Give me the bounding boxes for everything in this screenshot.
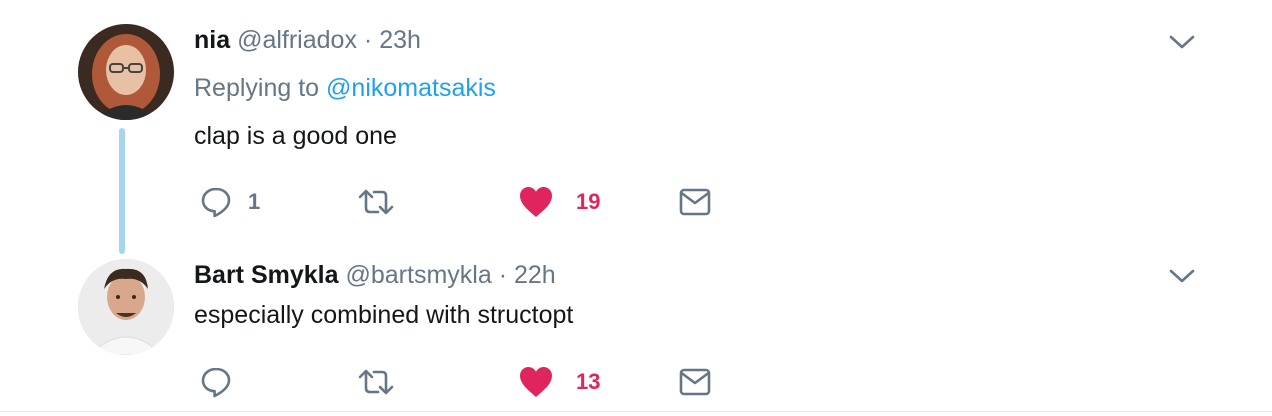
tweet-actions: 13 — [194, 362, 754, 402]
like-count: 19 — [576, 189, 601, 214]
heart-icon — [518, 185, 554, 219]
retweet-button[interactable] — [356, 362, 410, 402]
reply-count: 1 — [248, 189, 261, 214]
heart-icon — [518, 365, 554, 399]
reply-icon — [198, 184, 234, 220]
separator: · — [363, 26, 373, 54]
author-name[interactable]: Bart Smykla — [194, 261, 339, 289]
tweet[interactable]: nia @alfriadox · 23h Replying to @nikoma… — [0, 0, 1272, 254]
author-handle[interactable]: @alfriadox — [237, 26, 357, 54]
tweet[interactable]: Bart Smykla @bartsmykla · 22h especially… — [0, 240, 1272, 412]
envelope-icon — [678, 187, 712, 217]
divider — [0, 411, 1272, 412]
reply-button[interactable]: 1 — [198, 182, 260, 222]
like-button[interactable]: 19 — [518, 182, 600, 222]
separator: · — [498, 261, 508, 289]
author-handle[interactable]: @bartsmykla — [345, 261, 491, 289]
timestamp[interactable]: 22h — [514, 261, 556, 289]
replying-to-mention[interactable]: @nikomatsakis — [326, 74, 496, 102]
avatar[interactable] — [78, 259, 174, 355]
tweet-text: clap is a good one — [194, 122, 397, 150]
tweet-header: Bart Smykla @bartsmykla · 22h — [194, 259, 556, 291]
tweet-text: especially combined with structopt — [194, 301, 574, 329]
reply-button[interactable] — [198, 362, 248, 402]
retweet-button[interactable] — [356, 182, 410, 222]
like-button[interactable]: 13 — [518, 362, 600, 402]
replying-to-label: Replying to — [194, 74, 320, 102]
replying-to: Replying to @nikomatsakis — [194, 72, 496, 104]
envelope-icon — [678, 367, 712, 397]
tweet-actions: 1 19 — [194, 182, 754, 222]
direct-message-button[interactable] — [678, 182, 712, 222]
like-count: 13 — [576, 369, 601, 394]
retweet-icon — [356, 184, 396, 220]
chevron-down-icon[interactable] — [1166, 26, 1198, 58]
timestamp[interactable]: 23h — [379, 26, 421, 54]
retweet-icon — [356, 364, 396, 400]
author-name[interactable]: nia — [194, 26, 230, 54]
avatar[interactable] — [78, 24, 174, 120]
thread-line — [119, 128, 125, 254]
reply-icon — [198, 364, 234, 400]
tweet-header: nia @alfriadox · 23h — [194, 24, 421, 56]
chevron-down-icon[interactable] — [1166, 260, 1198, 292]
direct-message-button[interactable] — [678, 362, 712, 402]
